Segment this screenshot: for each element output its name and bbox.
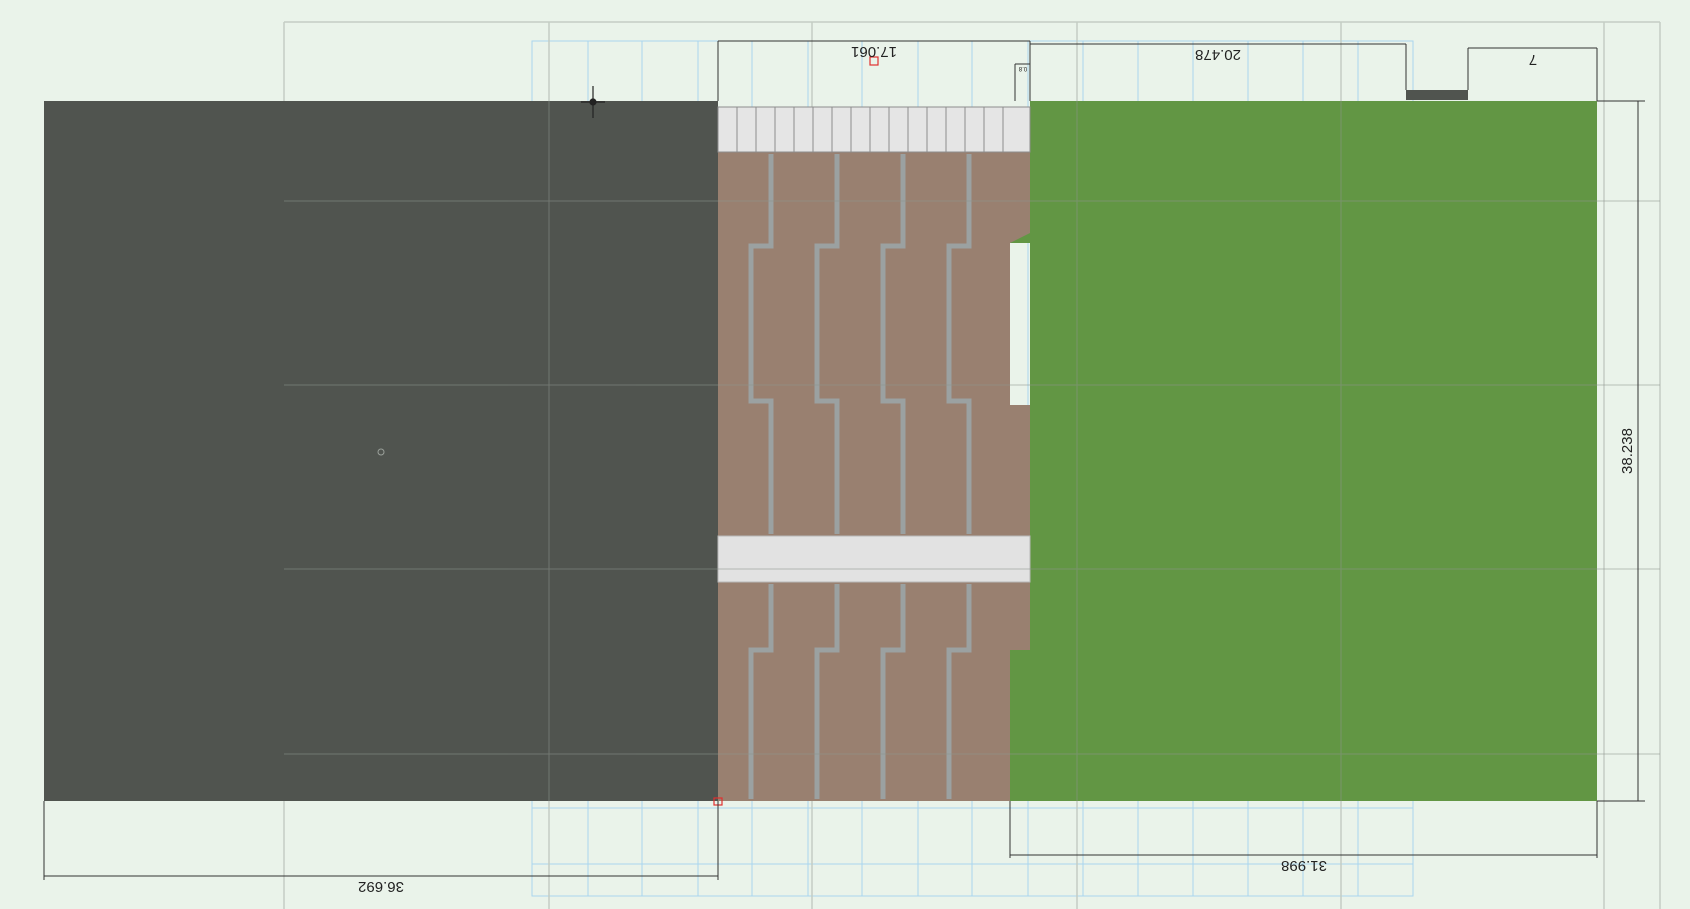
dim-top-far-right-width: 7 — [1529, 51, 1537, 68]
deck[interactable] — [717, 106, 1031, 801]
dim-right-height: 38.238 — [1619, 428, 1636, 474]
dim-top-small-gap: 0.8 — [1018, 65, 1027, 71]
curb-block — [1406, 90, 1468, 100]
dim-bottom-right-width: 31.998 — [1281, 857, 1327, 874]
deck-step-strip — [717, 106, 1031, 153]
deck-boards-area-lower — [718, 582, 1030, 801]
dim-top-deck-width: 17.061 — [851, 43, 897, 60]
lawn-area[interactable] — [1010, 101, 1597, 801]
dim-top-right-width: 20.478 — [1195, 46, 1241, 63]
dim-bottom-left-width: 36.692 — [358, 878, 404, 895]
walkway[interactable] — [717, 535, 1031, 583]
pavement-area — [44, 101, 718, 801]
deck-boards-area — [718, 152, 1030, 536]
plan-canvas: 17.061 20.478 7 0.8 38.238 36.692 31.998 — [0, 0, 1690, 909]
